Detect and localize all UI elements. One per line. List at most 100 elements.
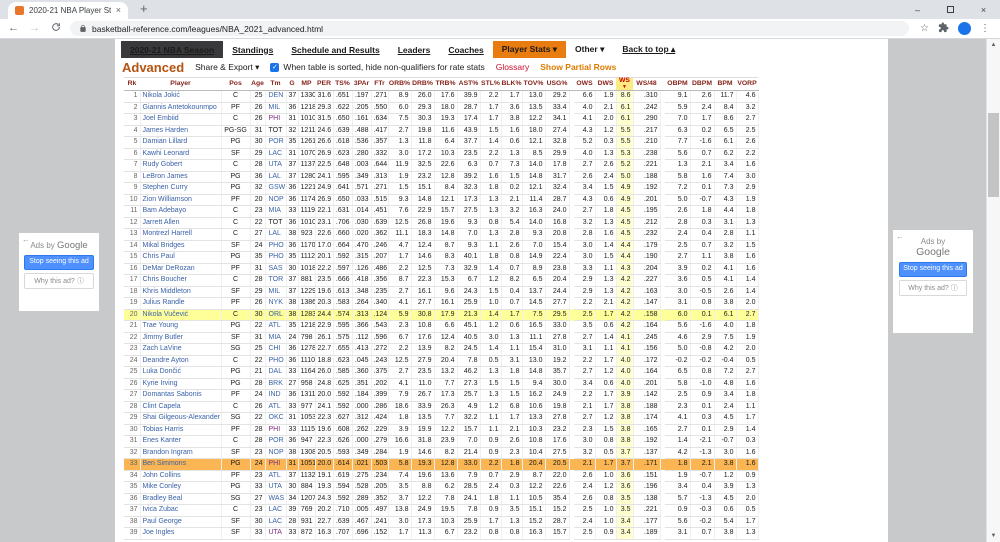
team-link[interactable]: LAC — [269, 150, 283, 157]
col-header-mp[interactable]: MP — [298, 78, 315, 91]
team-link[interactable]: BRK — [269, 380, 283, 387]
ad-collapse-arrow-icon[interactable]: ← — [22, 235, 30, 244]
team-link[interactable]: ATL — [269, 472, 281, 479]
hide-nonqualifiers-checkbox[interactable]: ✓ — [270, 63, 279, 72]
player-link[interactable]: Julius Randle — [143, 299, 185, 306]
player-link[interactable]: Enes Kanter — [143, 437, 182, 444]
player-link[interactable]: Trae Young — [143, 322, 179, 329]
stop-seeing-ad-button[interactable]: Stop seeing this ad — [899, 262, 967, 277]
team-link[interactable]: MIA — [269, 207, 281, 214]
col-header-blk[interactable]: BLK% — [501, 78, 522, 91]
player-link[interactable]: Stephen Curry — [143, 184, 188, 191]
team-link[interactable]: IND — [269, 391, 281, 398]
col-header-dws[interactable]: DWS — [595, 78, 616, 91]
col-header-g[interactable]: G — [286, 78, 298, 91]
col-header-age[interactable]: Age — [250, 78, 265, 91]
player-link[interactable]: Joel Embiid — [143, 115, 179, 122]
col-header-ws[interactable]: WS▼ — [616, 78, 633, 91]
team-link[interactable]: NYK — [269, 299, 283, 306]
team-link[interactable]: ORL — [269, 311, 283, 318]
col-header-ast[interactable]: AST% — [457, 78, 480, 91]
player-link[interactable]: Ivica Zubac — [143, 506, 179, 513]
col-header-stl[interactable]: STL% — [480, 78, 501, 91]
player-link[interactable]: Deandre Ayton — [143, 357, 189, 364]
player-link[interactable]: Tobias Harris — [143, 426, 184, 433]
nav-player-stats[interactable]: Player Stats ▾ — [493, 41, 566, 58]
nav-other[interactable]: Other ▾ — [566, 41, 613, 58]
player-link[interactable]: Paul George — [143, 518, 182, 525]
team-link[interactable]: CHI — [269, 345, 281, 352]
window-maximize-button[interactable] — [934, 0, 967, 19]
team-link[interactable]: LAL — [269, 230, 281, 237]
player-link[interactable]: Jarrett Allen — [143, 219, 180, 226]
team-link[interactable]: PHI — [269, 460, 281, 467]
nav-schedule[interactable]: Schedule and Results — [282, 41, 388, 58]
back-icon[interactable]: ← — [7, 22, 20, 35]
player-link[interactable]: Giannis Antetokounmpo — [143, 104, 217, 111]
window-minimize-button[interactable]: – — [901, 0, 934, 19]
why-this-ad-button[interactable]: Why this ad? ⓘ — [899, 280, 967, 296]
col-header-vorp[interactable]: VORP — [736, 78, 758, 91]
nav-coaches[interactable]: Coaches — [439, 41, 492, 58]
nav-leaders[interactable]: Leaders — [389, 41, 440, 58]
team-link[interactable]: POR — [269, 138, 284, 145]
team-link[interactable]: POR — [269, 437, 284, 444]
player-link[interactable]: Chris Boucher — [143, 276, 187, 283]
scroll-up-icon[interactable]: ▲ — [987, 39, 1000, 51]
team-link[interactable]: PHO — [269, 242, 284, 249]
team-link[interactable]: WAS — [269, 495, 285, 502]
col-header-tm[interactable]: Tm — [265, 78, 286, 91]
col-header-3par[interactable]: 3PAr — [352, 78, 371, 91]
player-link[interactable]: Brandon Ingram — [143, 449, 193, 456]
vertical-scrollbar[interactable]: ▲ ▼ — [986, 39, 1000, 542]
player-link[interactable]: Mikal Bridges — [143, 242, 185, 249]
team-link[interactable]: LAL — [269, 173, 281, 180]
player-link[interactable]: Kyrie Irving — [143, 380, 178, 387]
player-link[interactable]: DeMar DeRozan — [143, 265, 195, 272]
player-link[interactable]: Kawhi Leonard — [143, 150, 190, 157]
col-header-per[interactable]: PER — [315, 78, 333, 91]
profile-avatar[interactable] — [958, 22, 971, 35]
team-link[interactable]: DAL — [269, 368, 283, 375]
stop-seeing-ad-button[interactable]: Stop seeing this ad — [24, 255, 94, 270]
player-link[interactable]: Rudy Gobert — [143, 161, 183, 168]
player-link[interactable]: John Collins — [143, 472, 181, 479]
col-header-trb[interactable]: TRB% — [434, 78, 457, 91]
team-link[interactable]: OKC — [269, 414, 284, 421]
address-bar[interactable]: basketball-reference.com/leagues/NBA_202… — [70, 21, 909, 36]
col-header-pos[interactable]: Pos — [221, 78, 250, 91]
browser-menu-icon[interactable]: ⋮ — [980, 23, 990, 34]
player-link[interactable]: Bam Adebayo — [143, 207, 187, 214]
team-link[interactable]: MIA — [269, 334, 281, 341]
col-header-player[interactable]: Player — [140, 78, 221, 91]
player-link[interactable]: Clint Capela — [143, 403, 181, 410]
glossary-link[interactable]: Glossary — [496, 62, 530, 72]
window-close-button[interactable]: × — [967, 0, 1000, 19]
team-link[interactable]: PHI — [269, 426, 281, 433]
scroll-down-icon[interactable]: ▼ — [987, 530, 1000, 542]
player-link[interactable]: LeBron James — [143, 173, 188, 180]
player-link[interactable]: Khris Middleton — [143, 288, 191, 295]
player-link[interactable]: Damian Lillard — [143, 138, 188, 145]
col-header-bpm[interactable]: BPM — [714, 78, 736, 91]
team-link[interactable]: ATL — [269, 322, 281, 329]
player-link[interactable]: Montrezl Harrell — [143, 230, 192, 237]
player-link[interactable]: Bradley Beal — [143, 495, 183, 502]
refresh-icon[interactable] — [49, 22, 62, 36]
team-link[interactable]: DEN — [269, 92, 284, 99]
team-link[interactable]: NOP — [269, 196, 284, 203]
col-header-rk[interactable]: Rk — [124, 78, 140, 91]
col-header-obpm[interactable]: OBPM — [665, 78, 690, 91]
forward-icon[interactable]: → — [28, 22, 41, 35]
player-link[interactable]: Joe Ingles — [143, 529, 175, 536]
scrollbar-thumb[interactable] — [988, 113, 999, 197]
player-link[interactable]: Chris Paul — [143, 253, 175, 260]
player-link[interactable]: Nikola Vučević — [143, 311, 189, 318]
tab-close-icon[interactable]: × — [116, 6, 121, 15]
extensions-puzzle-icon[interactable] — [938, 20, 949, 38]
col-header-ows[interactable]: OWS — [574, 78, 595, 91]
team-link[interactable]: UTA — [269, 483, 282, 490]
col-header-dbpm[interactable]: DBPM — [690, 78, 714, 91]
player-link[interactable]: James Harden — [143, 127, 189, 134]
col-header-orb[interactable]: ORB% — [388, 78, 411, 91]
